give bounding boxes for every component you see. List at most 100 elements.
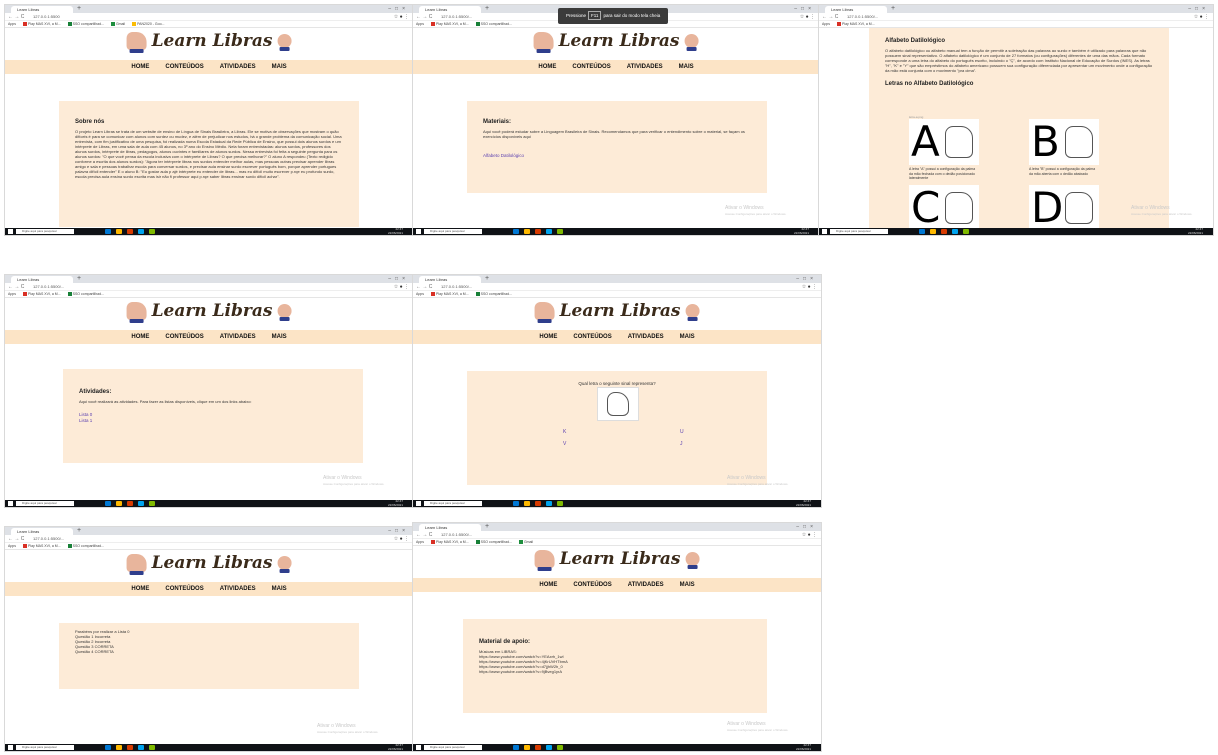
windows-start-icon[interactable] — [416, 229, 421, 234]
browser-tab[interactable]: Learn Libras — [419, 276, 481, 283]
nav-home[interactable]: HOME — [131, 334, 149, 340]
nav-home[interactable]: HOME — [131, 64, 149, 70]
taskbar-search[interactable]: Digite aqui para pesquisar — [424, 501, 482, 506]
app-icon[interactable] — [546, 501, 552, 506]
folder-icon[interactable] — [116, 745, 122, 750]
app-icon[interactable] — [952, 229, 958, 234]
chrome-icon[interactable] — [557, 745, 563, 750]
profile-icon[interactable]: ☆ ● ⋮ — [1194, 13, 1209, 21]
bookmark-1[interactable]: Play MAS XVI, a M... — [430, 540, 469, 544]
browser-tab[interactable]: Learn Libras — [419, 524, 481, 531]
site-logo[interactable]: Learn Libras — [126, 553, 292, 575]
folder-icon[interactable] — [524, 745, 530, 750]
app-icon[interactable] — [105, 229, 111, 234]
nav-atividades[interactable]: ATIVIDADES — [627, 64, 663, 70]
bookmark-apps[interactable]: Apps — [416, 540, 424, 544]
profile-icon[interactable]: ☆ ● ⋮ — [394, 283, 409, 291]
folder-icon[interactable] — [524, 501, 530, 506]
taskbar-search[interactable]: Digite aqui para pesquisar — [16, 501, 74, 506]
window-controls-icon[interactable]: –□× — [796, 523, 817, 531]
new-tab-icon[interactable]: + — [77, 5, 81, 13]
bookmark-2[interactable]: SSO compartilhad... — [67, 22, 104, 26]
app-icon[interactable] — [546, 229, 552, 234]
address-bar[interactable]: ← → C 127.0.0.1:5500 ☆ ● ⋮ — [5, 13, 413, 21]
profile-icon[interactable]: ☆ ● ⋮ — [394, 13, 409, 21]
new-tab-icon[interactable]: + — [77, 527, 81, 535]
profile-icon[interactable]: ☆ ● ⋮ — [800, 13, 815, 21]
app-icon[interactable] — [535, 501, 541, 506]
new-tab-icon[interactable]: + — [891, 5, 895, 13]
nav-conteudos[interactable]: CONTEÚDOS — [572, 64, 610, 70]
nav-conteudos[interactable]: CONTEÚDOS — [573, 582, 611, 588]
bookmark-1[interactable]: Play MAS XVI, a M... — [22, 22, 61, 26]
taskbar-search[interactable]: Digite aqui para pesquisar — [16, 229, 74, 234]
link-lista-1[interactable]: Lista 1 — [79, 418, 347, 424]
chrome-icon[interactable] — [557, 501, 563, 506]
nav-home[interactable]: HOME — [539, 334, 557, 340]
profile-icon[interactable]: ☆ ● ⋮ — [802, 283, 817, 291]
bookmark-apps[interactable]: Apps — [822, 22, 830, 26]
bookmark-1[interactable]: Play MAS XVI, a M... — [836, 22, 875, 26]
bookmark-2[interactable]: SSO compartilhad... — [475, 540, 512, 544]
quiz-option-v[interactable]: V — [563, 441, 566, 447]
nav-arrows-icon[interactable]: ← → C — [416, 283, 432, 291]
app-icon[interactable] — [941, 229, 947, 234]
nav-conteudos[interactable]: CONTEÚDOS — [573, 334, 611, 340]
nav-mais[interactable]: MAIS — [680, 334, 695, 340]
window-controls-icon[interactable]: –□× — [794, 5, 815, 13]
nav-atividades[interactable]: ATIVIDADES — [628, 334, 664, 340]
windows-start-icon[interactable] — [8, 745, 13, 750]
nav-arrows-icon[interactable]: ← → C — [8, 535, 24, 543]
taskbar-search[interactable]: Digite aqui para pesquisar — [16, 745, 74, 750]
app-icon[interactable] — [138, 745, 144, 750]
site-logo[interactable]: Learn Libras — [126, 301, 292, 323]
chrome-icon[interactable] — [963, 229, 969, 234]
nav-arrows-icon[interactable]: ← → C — [822, 13, 838, 21]
site-logo[interactable]: Learn Libras — [126, 31, 292, 53]
youtube-link[interactable]: https://www.youtube.com/watch?v=9jBveg1y… — [479, 669, 751, 674]
folder-icon[interactable] — [930, 229, 936, 234]
browser-tab[interactable]: Learn Libras — [11, 528, 73, 535]
app-icon[interactable] — [138, 501, 144, 506]
nav-home[interactable]: HOME — [539, 582, 557, 588]
nav-arrows-icon[interactable]: ← → C — [8, 283, 24, 291]
bookmark-3[interactable]: Gmail — [518, 540, 533, 544]
nav-atividades[interactable]: ATIVIDADES — [220, 64, 256, 70]
nav-atividades[interactable]: ATIVIDADES — [220, 334, 256, 340]
address-bar[interactable]: ← → C 127.0.0.1:5500/... ☆ ● ⋮ — [819, 13, 1213, 21]
browser-tab[interactable]: Learn Libras — [11, 6, 73, 13]
chrome-icon[interactable] — [557, 229, 563, 234]
chrome-icon[interactable] — [149, 229, 155, 234]
windows-start-icon[interactable] — [416, 745, 421, 750]
new-tab-icon[interactable]: + — [485, 5, 489, 13]
app-icon[interactable] — [105, 501, 111, 506]
app-icon[interactable] — [919, 229, 925, 234]
browser-tab[interactable]: Learn Libras — [419, 6, 481, 13]
window-controls-icon[interactable]: –□× — [796, 275, 817, 283]
site-logo[interactable]: Learn Libras — [534, 301, 700, 323]
app-icon[interactable] — [513, 501, 519, 506]
quiz-option-j[interactable]: J — [680, 441, 683, 447]
link-alfabeto[interactable]: Alfabeto Datilológico — [483, 153, 751, 159]
nav-mais[interactable]: MAIS — [272, 334, 287, 340]
nav-conteudos[interactable]: CONTEÚDOS — [165, 334, 203, 340]
browser-tab[interactable]: Learn Libras — [825, 6, 887, 13]
windows-start-icon[interactable] — [8, 501, 13, 506]
nav-mais[interactable]: MAIS — [679, 64, 694, 70]
bookmark-apps[interactable]: Apps — [416, 22, 424, 26]
app-icon[interactable] — [127, 745, 133, 750]
nav-mais[interactable]: MAIS — [680, 582, 695, 588]
address-bar[interactable]: ← → C 127.0.0.1:5500/... ☆ ● ⋮ — [5, 283, 413, 291]
quiz-option-u[interactable]: U — [680, 429, 684, 435]
chrome-icon[interactable] — [149, 501, 155, 506]
bookmark-3[interactable]: Gmail — [110, 22, 125, 26]
app-icon[interactable] — [535, 745, 541, 750]
bookmark-apps[interactable]: Apps — [8, 292, 16, 296]
bookmark-2[interactable]: SSO compartilhad... — [67, 292, 104, 296]
app-icon[interactable] — [513, 745, 519, 750]
nav-conteudos[interactable]: CONTEÚDOS — [165, 64, 203, 70]
bookmark-apps[interactable]: Apps — [8, 22, 16, 26]
nav-home[interactable]: HOME — [538, 64, 556, 70]
address-bar[interactable]: ← → C 127.0.0.1:5500/... ☆ ● ⋮ — [5, 535, 413, 543]
nav-arrows-icon[interactable]: ← → C — [416, 531, 432, 539]
